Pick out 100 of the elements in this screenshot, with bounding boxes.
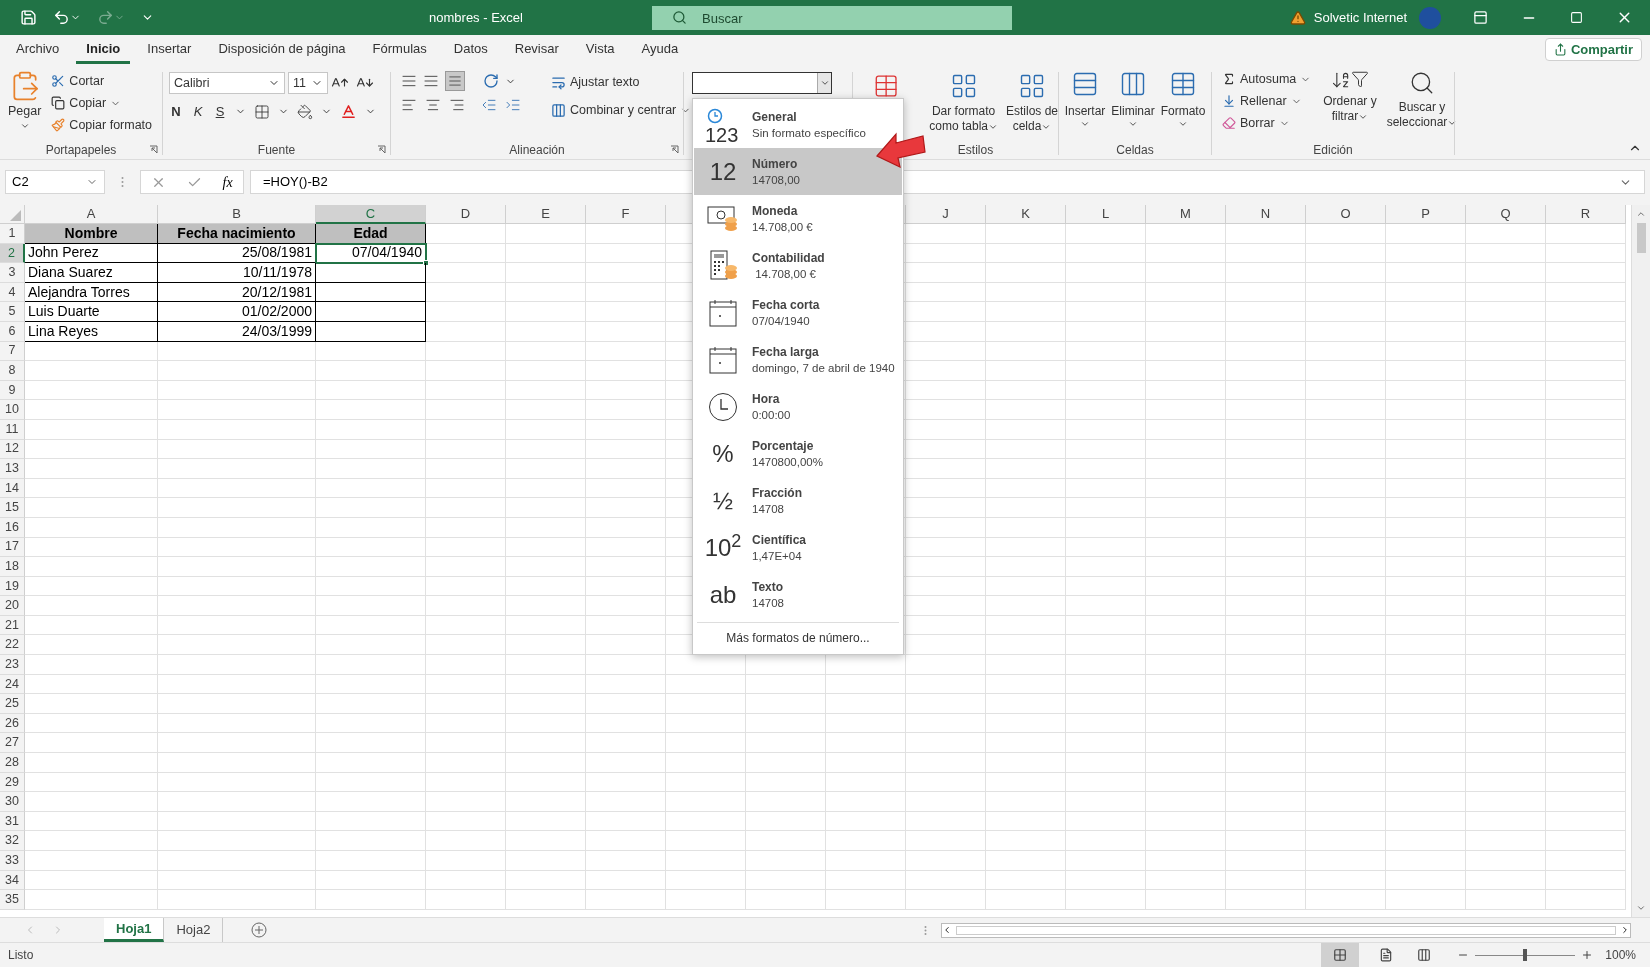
avatar[interactable]: [1419, 6, 1441, 29]
align-right-icon[interactable]: [449, 97, 465, 113]
cells-button[interactable]: Formato: [1160, 70, 1206, 141]
ribbon-tab[interactable]: Fórmulas: [362, 37, 437, 64]
format-option[interactable]: % Porcentaje 1470800,00%: [694, 430, 902, 477]
dialog-launcher-icon[interactable]: [149, 145, 158, 154]
maximize-icon[interactable]: [1570, 11, 1583, 24]
add-sheet-icon[interactable]: [251, 922, 268, 938]
undo-icon[interactable]: [53, 9, 70, 26]
row-header[interactable]: 15: [0, 498, 25, 518]
save-icon[interactable]: [20, 9, 37, 26]
search-field[interactable]: Buscar: [652, 6, 1012, 30]
ribbon-tab[interactable]: Ayuda: [631, 37, 689, 64]
table-cell[interactable]: 24/03/1999: [158, 321, 316, 342]
scroll-thumb[interactable]: [956, 925, 1616, 935]
fill-handle[interactable]: [423, 260, 429, 267]
ribbon-tab[interactable]: Vista: [575, 37, 625, 64]
paste-button[interactable]: Pegar: [8, 68, 42, 141]
ribbon-tab[interactable]: Revisar: [504, 37, 569, 64]
vertical-scrollbar[interactable]: [1631, 205, 1650, 917]
page-layout-icon[interactable]: [1379, 948, 1394, 962]
table-cell[interactable]: 07/04/1940: [316, 243, 426, 264]
bold-button[interactable]: N: [169, 102, 183, 122]
format-option[interactable]: Moneda 14.708,00 €: [694, 195, 902, 242]
select-all-icon[interactable]: [0, 205, 25, 224]
sheet-tab[interactable]: Hoja1: [104, 918, 165, 942]
align-center-icon[interactable]: [425, 97, 441, 113]
table-cell[interactable]: 20/12/1981: [158, 282, 316, 303]
scroll-thumb[interactable]: [1636, 223, 1646, 253]
scroll-left-icon[interactable]: [942, 925, 952, 935]
table-cell[interactable]: 10/11/1978: [158, 263, 316, 283]
top-align-icon[interactable]: [401, 73, 417, 89]
column-header[interactable]: K: [986, 205, 1066, 224]
cells-button[interactable]: Eliminar: [1111, 70, 1155, 141]
row-header[interactable]: 3: [0, 263, 25, 283]
ribbon-tab[interactable]: Insertar: [137, 37, 202, 64]
more-formats-link[interactable]: Más formatos de número...: [726, 628, 870, 647]
format-option[interactable]: ½ Fracción 14708: [694, 477, 902, 524]
format-option[interactable]: 10$^{2}$ Científica 1,47E+04: [694, 524, 902, 571]
row-header[interactable]: 10: [0, 400, 25, 420]
column-header[interactable]: E: [506, 205, 586, 224]
row-header[interactable]: 5: [0, 302, 25, 322]
fill-color-icon[interactable]: [297, 103, 313, 120]
conditional-format-icon[interactable]: [873, 72, 900, 100]
zoom-level[interactable]: 100%: [1605, 946, 1636, 964]
row-header[interactable]: 32: [0, 831, 25, 851]
ribbon-button[interactable]: Combinar y centrar: [549, 99, 694, 121]
row-header[interactable]: 1: [0, 224, 25, 244]
font-name-field[interactable]: Calibri: [169, 72, 285, 94]
row-header[interactable]: 25: [0, 694, 25, 714]
bottom-align-icon[interactable]: [445, 71, 465, 91]
column-header[interactable]: C: [316, 205, 426, 224]
ribbon-button[interactable]: Ajustar texto: [549, 71, 694, 93]
italic-button[interactable]: K: [191, 102, 205, 122]
ribbon-tab[interactable]: Archivo: [6, 37, 70, 64]
column-header[interactable]: P: [1386, 205, 1466, 224]
column-header[interactable]: M: [1146, 205, 1226, 224]
font-color-icon[interactable]: [340, 103, 357, 121]
cell-styles-button[interactable]: Estilos de celda: [1005, 70, 1058, 141]
normal-view-button[interactable]: [1321, 943, 1360, 967]
zoom-thumb[interactable]: [1523, 949, 1528, 961]
column-header[interactable]: R: [1546, 205, 1626, 224]
ribbon-tab[interactable]: Disposición de página: [208, 37, 356, 64]
ribbon-button[interactable]: Cortar: [49, 70, 155, 92]
column-header[interactable]: A: [25, 205, 158, 224]
table-cell[interactable]: Alejandra Torres: [25, 282, 158, 303]
insert-function-button[interactable]: fx: [222, 171, 233, 193]
zoom-slider[interactable]: [1475, 949, 1576, 961]
ribbon-button[interactable]: Autosuma: [1220, 68, 1314, 90]
column-header[interactable]: B: [158, 205, 316, 224]
ribbon-button[interactable]: Rellenar: [1220, 90, 1314, 112]
user-name[interactable]: Solvetic Internet: [1313, 7, 1407, 28]
row-header[interactable]: 22: [0, 635, 25, 656]
format-option[interactable]: Fecha corta 07/04/1940: [694, 289, 902, 336]
table-cell[interactable]: Edad: [316, 224, 426, 244]
dialog-launcher-icon[interactable]: [377, 145, 386, 154]
row-header[interactable]: 13: [0, 459, 25, 479]
ribbon-tab[interactable]: Datos: [443, 37, 498, 64]
row-header[interactable]: 8: [0, 361, 25, 381]
zoom-in-icon[interactable]: [1581, 949, 1594, 961]
warning-icon[interactable]: [1289, 9, 1306, 26]
table-cell[interactable]: Diana Suarez: [25, 263, 158, 283]
decrease-indent-icon[interactable]: [481, 97, 497, 113]
cells-button[interactable]: Insertar: [1064, 70, 1106, 141]
format-as-table-button[interactable]: Dar formato como tabla: [929, 70, 998, 134]
format-option[interactable]: 123 General Sin formato específico: [694, 101, 902, 148]
format-option[interactable]: Fecha larga domingo, 7 de abril de 1940: [694, 336, 902, 383]
format-option[interactable]: ab Texto 14708: [694, 571, 902, 618]
table-cell[interactable]: 01/02/2000: [158, 302, 316, 322]
ribbon-button[interactable]: Copiar: [49, 92, 155, 114]
increase-indent-icon[interactable]: [505, 97, 521, 113]
table-cell[interactable]: Lina Reyes: [25, 321, 158, 342]
column-header[interactable]: J: [906, 205, 986, 224]
sort-filter-button[interactable]: Ordenar y filtrar: [1323, 68, 1377, 141]
row-header[interactable]: 28: [0, 753, 25, 773]
column-header[interactable]: O: [1306, 205, 1386, 224]
name-box[interactable]: C2: [5, 170, 105, 194]
table-cell[interactable]: Nombre: [25, 224, 158, 244]
page-break-icon[interactable]: [1417, 948, 1432, 962]
row-header[interactable]: 35: [0, 890, 25, 910]
